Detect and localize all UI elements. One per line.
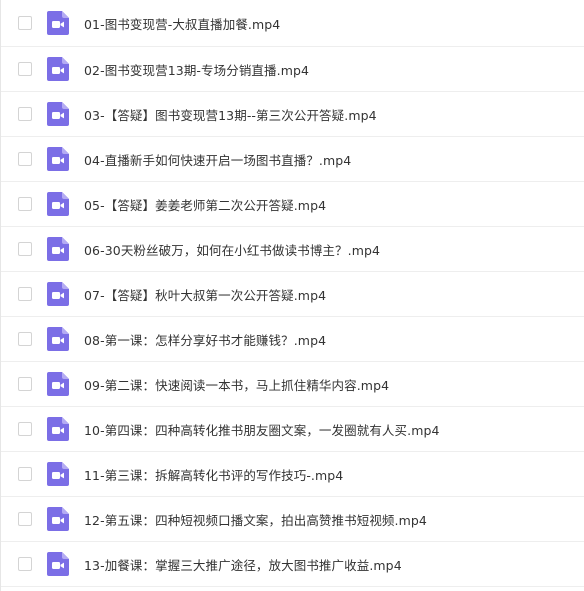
- file-name[interactable]: 11-第三课：拆解高转化书评的写作技巧-.mp4: [84, 465, 343, 484]
- file-checkbox[interactable]: [18, 62, 32, 76]
- file-name[interactable]: 07-【答疑】秋叶大叔第一次公开答疑.mp4: [84, 285, 326, 304]
- file-list: 01-图书变现营-大叔直播加餐.mp4 02-图书变现营13期-专场分销直播.mp…: [0, 0, 584, 591]
- video-file-icon[interactable]: [47, 11, 69, 35]
- file-checkbox[interactable]: [18, 16, 32, 30]
- file-name[interactable]: 04-直播新手如何快速开启一场图书直播？.mp4: [84, 150, 351, 169]
- file-checkbox[interactable]: [18, 512, 32, 526]
- file-row[interactable]: 13-加餐课：掌握三大推广途径，放大图书推广收益.mp4: [1, 542, 584, 587]
- file-row[interactable]: 05-【答疑】姜姜老师第二次公开答疑.mp4: [1, 182, 584, 227]
- file-name[interactable]: 10-第四课：四种高转化推书朋友圈文案，一发圈就有人买.mp4: [84, 420, 440, 439]
- file-name[interactable]: 03-【答疑】图书变现营13期--第三次公开答疑.mp4: [84, 105, 377, 124]
- file-row[interactable]: 11-第三课：拆解高转化书评的写作技巧-.mp4: [1, 452, 584, 497]
- file-name[interactable]: 08-第一课：怎样分享好书才能赚钱？.mp4: [84, 330, 326, 349]
- video-file-icon[interactable]: [47, 147, 69, 171]
- file-row[interactable]: 01-图书变现营-大叔直播加餐.mp4: [1, 0, 584, 47]
- video-file-icon[interactable]: [47, 327, 69, 351]
- file-checkbox[interactable]: [18, 467, 32, 481]
- file-name[interactable]: 02-图书变现营13期-专场分销直播.mp4: [84, 60, 309, 79]
- video-file-icon[interactable]: [47, 192, 69, 216]
- video-file-icon[interactable]: [47, 552, 69, 576]
- video-file-icon[interactable]: [47, 237, 69, 261]
- file-row[interactable]: 03-【答疑】图书变现营13期--第三次公开答疑.mp4: [1, 92, 584, 137]
- video-file-icon[interactable]: [47, 57, 69, 81]
- video-file-icon[interactable]: [47, 282, 69, 306]
- file-name[interactable]: 06-30天粉丝破万，如何在小红书做读书博主？.mp4: [84, 240, 380, 259]
- file-checkbox[interactable]: [18, 107, 32, 121]
- file-name[interactable]: 05-【答疑】姜姜老师第二次公开答疑.mp4: [84, 195, 326, 214]
- video-file-icon[interactable]: [47, 372, 69, 396]
- video-file-icon[interactable]: [47, 507, 69, 531]
- file-row[interactable]: 09-第二课：快速阅读一本书，马上抓住精华内容.mp4: [1, 362, 584, 407]
- file-row[interactable]: 04-直播新手如何快速开启一场图书直播？.mp4: [1, 137, 584, 182]
- file-checkbox[interactable]: [18, 242, 32, 256]
- file-row[interactable]: 07-【答疑】秋叶大叔第一次公开答疑.mp4: [1, 272, 584, 317]
- file-checkbox[interactable]: [18, 422, 32, 436]
- file-row[interactable]: 06-30天粉丝破万，如何在小红书做读书博主？.mp4: [1, 227, 584, 272]
- file-row[interactable]: 02-图书变现营13期-专场分销直播.mp4: [1, 47, 584, 92]
- file-checkbox[interactable]: [18, 332, 32, 346]
- video-file-icon[interactable]: [47, 417, 69, 441]
- file-name[interactable]: 01-图书变现营-大叔直播加餐.mp4: [84, 14, 280, 33]
- file-checkbox[interactable]: [18, 287, 32, 301]
- file-name[interactable]: 12-第五课：四种短视频口播文案，拍出高赞推书短视频.mp4: [84, 510, 427, 529]
- file-checkbox[interactable]: [18, 197, 32, 211]
- file-checkbox[interactable]: [18, 557, 32, 571]
- video-file-icon[interactable]: [47, 102, 69, 126]
- file-row[interactable]: 08-第一课：怎样分享好书才能赚钱？.mp4: [1, 317, 584, 362]
- file-name[interactable]: 09-第二课：快速阅读一本书，马上抓住精华内容.mp4: [84, 375, 389, 394]
- file-name[interactable]: 13-加餐课：掌握三大推广途径，放大图书推广收益.mp4: [84, 555, 402, 574]
- file-checkbox[interactable]: [18, 152, 32, 166]
- file-row[interactable]: 12-第五课：四种短视频口播文案，拍出高赞推书短视频.mp4: [1, 497, 584, 542]
- file-checkbox[interactable]: [18, 377, 32, 391]
- file-row[interactable]: 10-第四课：四种高转化推书朋友圈文案，一发圈就有人买.mp4: [1, 407, 584, 452]
- video-file-icon[interactable]: [47, 462, 69, 486]
